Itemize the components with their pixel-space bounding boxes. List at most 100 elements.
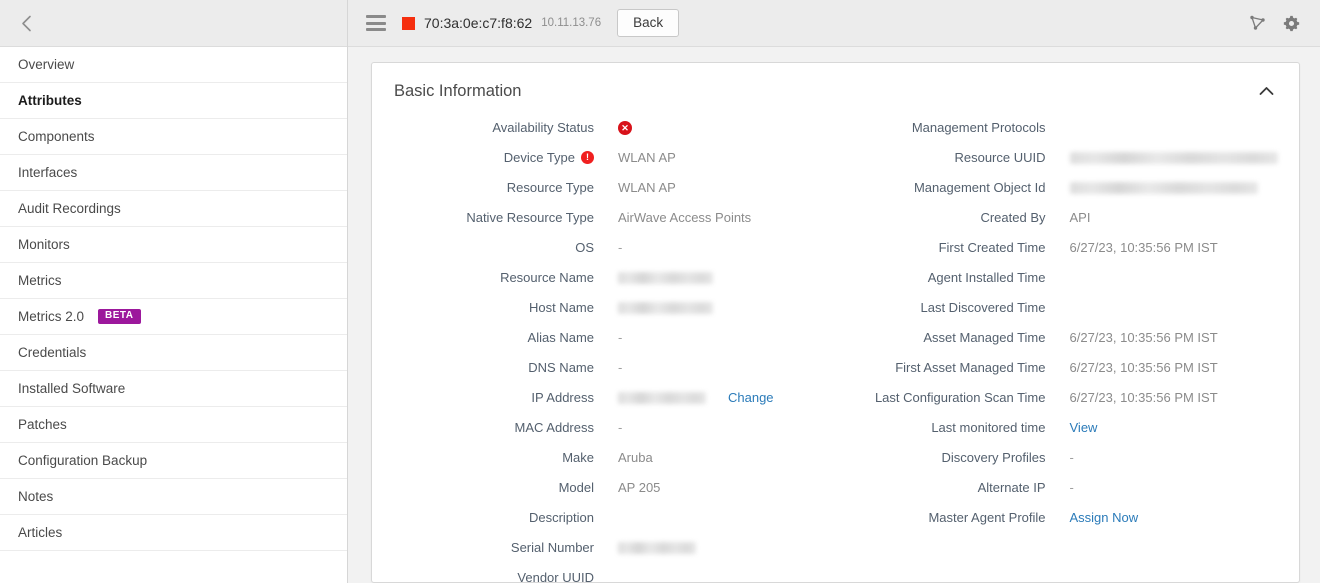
- field-value-text: -: [1069, 450, 1074, 465]
- warning-icon[interactable]: !: [581, 151, 594, 164]
- device-ip-address: 10.11.13.76: [541, 17, 602, 29]
- sidebar: Overview Attributes Components Interfaces Au…: [0, 0, 348, 583]
- sidebar-item-articles[interactable]: Articles: [0, 515, 347, 551]
- redacted-value: [618, 302, 713, 314]
- sidebar-item-patches[interactable]: Patches: [0, 407, 347, 443]
- field-label-text: Device Type: [503, 150, 575, 165]
- field-value-text: -: [618, 420, 623, 435]
- field-value: [594, 299, 713, 317]
- sidebar-item-label: Metrics 2.0: [18, 309, 85, 324]
- sidebar-item-monitors[interactable]: Monitors: [0, 227, 347, 263]
- field-value-text: -: [1069, 480, 1074, 495]
- field-row: First Asset Managed Time 6/27/23, 10:35:5…: [846, 359, 1290, 377]
- field-label: Management Protocols: [846, 119, 1046, 137]
- sidebar-item-metrics[interactable]: Metrics: [0, 263, 347, 299]
- field-label-text: Master Agent Profile: [928, 510, 1046, 525]
- field-label: First Asset Managed Time: [846, 359, 1046, 377]
- field-value-text: -: [618, 240, 623, 255]
- sidebar-item-label: Patches: [18, 417, 67, 432]
- field-label-text: Resource UUID: [954, 150, 1046, 165]
- field-label: MAC Address: [394, 419, 594, 437]
- field-row: Make Aruba: [394, 449, 826, 467]
- sidebar-item-attributes[interactable]: Attributes: [0, 83, 347, 119]
- field-label-text: Alias Name: [527, 330, 594, 345]
- field-label: Alternate IP: [846, 479, 1046, 497]
- field-row: Asset Managed Time 6/27/23, 10:35:56 PM I…: [846, 329, 1290, 347]
- field-label-text: Model: [558, 480, 594, 495]
- field-value: [594, 509, 618, 527]
- fields-column-right: Management Protocols Resource UUID Managem…: [836, 119, 1300, 582]
- field-label: IP Address: [394, 389, 594, 407]
- field-row: DNS Name -: [394, 359, 826, 377]
- sidebar-item-audit-recordings[interactable]: Audit Recordings: [0, 191, 347, 227]
- field-row: Resource Name: [394, 269, 826, 287]
- field-value: AirWave Access Points: [594, 209, 751, 227]
- back-button[interactable]: Back: [617, 9, 680, 37]
- redacted-value: [1069, 152, 1278, 164]
- field-label-text: Resource Name: [500, 270, 594, 285]
- sidebar-item-label: Overview: [18, 57, 75, 72]
- field-label-text: Host Name: [528, 300, 594, 315]
- field-row: Management Protocols: [846, 119, 1290, 137]
- sidebar-item-configuration-backup[interactable]: Configuration Backup: [0, 443, 347, 479]
- field-value: 6/27/23, 10:35:56 PM IST: [1046, 389, 1218, 407]
- field-value-text: WLAN AP: [618, 180, 676, 195]
- chevron-left-icon[interactable]: [16, 13, 36, 33]
- sidebar-item-components[interactable]: Components: [0, 119, 347, 155]
- sidebar-item-notes[interactable]: Notes: [0, 479, 347, 515]
- field-value-text: -: [618, 330, 623, 345]
- field-value: 6/27/23, 10:35:56 PM IST: [1046, 239, 1218, 257]
- field-row: Serial Number: [394, 539, 826, 557]
- field-value: WLAN AP: [594, 149, 676, 167]
- field-label: OS: [394, 239, 594, 257]
- field-row: IP Address Change: [394, 389, 826, 407]
- action-link[interactable]: Assign Now: [1070, 509, 1139, 527]
- sidebar-item-metrics-2-0[interactable]: Metrics 2.0 BETA: [0, 299, 347, 335]
- field-label-text: Management Object Id: [913, 180, 1046, 195]
- action-link[interactable]: View: [1070, 419, 1098, 437]
- field-label: Resource Type: [394, 179, 594, 197]
- field-label: Master Agent Profile: [846, 509, 1046, 527]
- field-row: Discovery Profiles -: [846, 449, 1290, 467]
- field-label-text: OS: [575, 240, 594, 255]
- field-label: Last monitored time: [846, 419, 1046, 437]
- field-value: ✕: [594, 119, 632, 137]
- field-value: 6/27/23, 10:35:56 PM IST: [1046, 359, 1218, 377]
- field-label: Management Object Id: [846, 179, 1046, 197]
- sidebar-item-interfaces[interactable]: Interfaces: [0, 155, 347, 191]
- field-value: -: [594, 329, 622, 347]
- field-value: View: [1046, 419, 1098, 437]
- sidebar-item-overview[interactable]: Overview: [0, 47, 347, 83]
- gear-icon[interactable]: [1276, 8, 1306, 38]
- field-value: [594, 269, 713, 287]
- field-label-text: Last monitored time: [931, 420, 1046, 435]
- field-value: -: [594, 239, 622, 257]
- field-value: [1046, 149, 1278, 167]
- chevron-up-icon[interactable]: [1255, 80, 1277, 102]
- card-body: Availability Status ✕ Device Type! WLAN AP R…: [372, 112, 1299, 582]
- field-label: Availability Status: [394, 119, 594, 137]
- sidebar-item-credentials[interactable]: Credentials: [0, 335, 347, 371]
- field-label-text: Discovery Profiles: [941, 450, 1046, 465]
- field-value-text: Aruba: [618, 450, 653, 465]
- field-value: WLAN AP: [594, 179, 676, 197]
- content-area: Basic Information Availability Status ✕ De…: [348, 47, 1320, 583]
- field-row: Last Configuration Scan Time 6/27/23, 10:…: [846, 389, 1290, 407]
- field-label-text: Resource Type: [506, 180, 594, 195]
- field-row: Description: [394, 509, 826, 527]
- field-label: Serial Number: [394, 539, 594, 557]
- basic-information-card: Basic Information Availability Status ✕ De…: [371, 62, 1300, 583]
- sidebar-item-installed-software[interactable]: Installed Software: [0, 371, 347, 407]
- field-value: Change: [594, 389, 774, 407]
- device-mac-address: 70:3a:0e:c7:f8:62: [424, 15, 533, 31]
- field-value: [1046, 299, 1070, 317]
- hamburger-menu-icon[interactable]: [366, 15, 386, 31]
- sidebar-item-label: Attributes: [18, 93, 82, 108]
- field-row: Native Resource Type AirWave Access Point…: [394, 209, 826, 227]
- field-row: Alias Name -: [394, 329, 826, 347]
- field-label-text: IP Address: [531, 390, 594, 405]
- change-link[interactable]: Change: [728, 389, 774, 407]
- topology-icon[interactable]: [1242, 8, 1272, 38]
- field-label-text: First Asset Managed Time: [895, 360, 1046, 375]
- field-value: API: [1046, 209, 1091, 227]
